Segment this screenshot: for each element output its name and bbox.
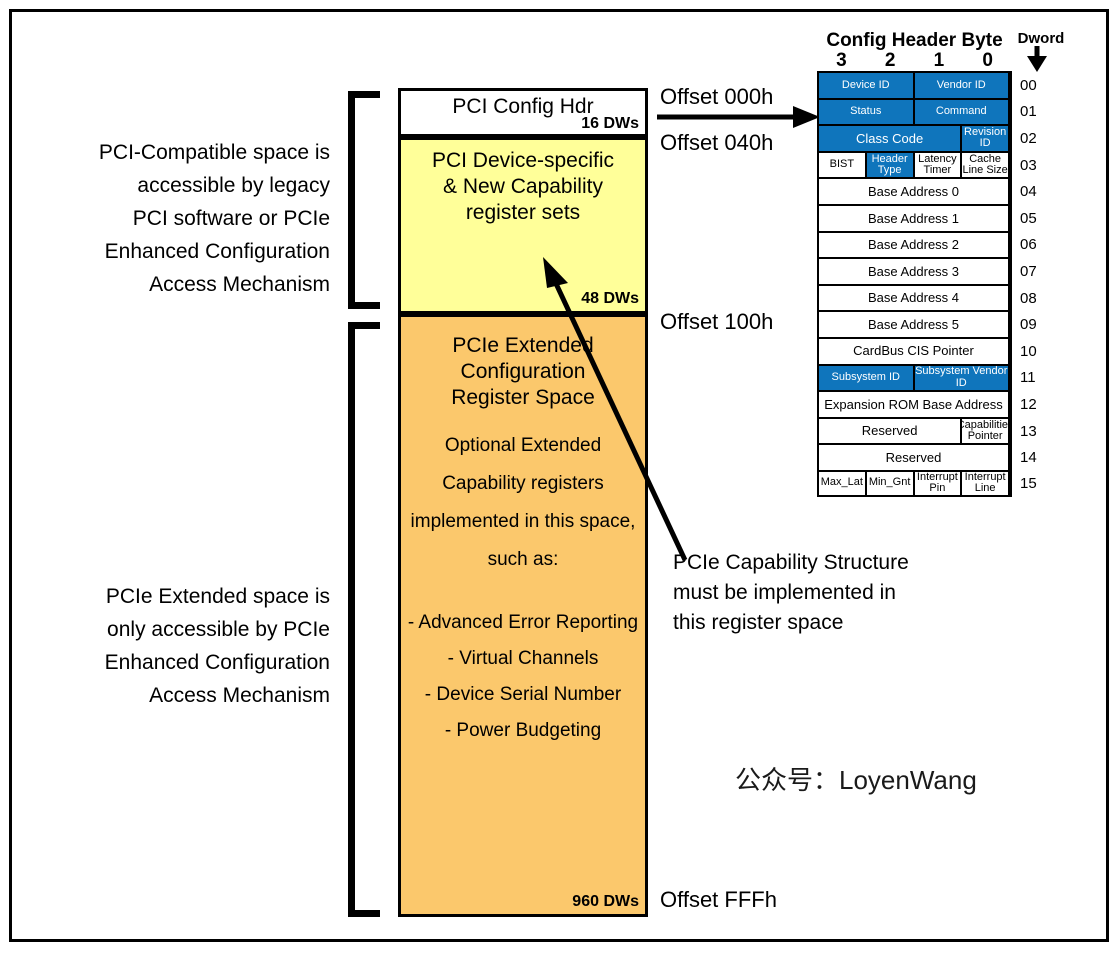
config-header-row: Base Address 5 09 (817, 310, 1037, 337)
config-header-cell: Reserved (819, 445, 1010, 470)
config-header-cell: Min_Gnt (866, 471, 915, 495)
byte-number-2: 2 (884, 50, 896, 71)
config-header-row: Base Address 2 06 (817, 230, 1037, 258)
arrow-to-config-header-icon (657, 106, 820, 128)
dword-index-label: 06 (1020, 236, 1037, 254)
config-header-cell: Cache Line Size (962, 152, 1010, 178)
config-header-row: Base Address 4 08 (817, 283, 1037, 311)
config-header-cell: Base Address 2 (819, 232, 1010, 258)
config-header-cell: Subsystem ID (819, 365, 915, 391)
callout-arrow-icon (543, 257, 688, 562)
block-pcie-extended-size: 960 DWs (572, 893, 639, 910)
config-header-row: Max_Lat Min_Gnt Interrupt Pin Interrupt Lin… (817, 469, 1037, 497)
block-pci-config-hdr-size: 16 DWs (581, 115, 639, 132)
config-header-row: Base Address 3 07 (817, 257, 1037, 284)
dword-index-label: 12 (1020, 395, 1037, 413)
dword-index-label: 07 (1020, 262, 1037, 280)
config-header-table: Device ID Vendor ID 00 Status Command 01 Class… (817, 71, 1037, 497)
dword-index-label: 14 (1020, 449, 1037, 467)
config-header-cell: Base Address 4 (819, 285, 1010, 311)
byte-number-3: 3 (836, 50, 847, 71)
dword-index-label: 02 (1020, 129, 1037, 147)
config-header-cell: Base Address 3 (819, 259, 1010, 284)
dword-index-label: 03 (1020, 156, 1037, 174)
dword-index-label: 08 (1020, 289, 1037, 307)
config-header-cell: Subsystem Vendor ID (914, 365, 1010, 391)
config-header-cell: Capabilities Pointer (962, 418, 1010, 444)
config-header-cell: Status (819, 99, 915, 125)
dword-index-label: 01 (1020, 103, 1037, 121)
dword-column-caption: Dword (1017, 30, 1065, 47)
byte-number-0: 0 (982, 50, 993, 71)
byte-number-1: 1 (933, 50, 945, 71)
dword-index-label: 15 (1020, 474, 1037, 492)
config-header-row: Reserved 14 (817, 443, 1037, 470)
config-header-cell: Expansion ROM Base Address (819, 392, 1010, 417)
config-header-row: CardBus CIS Pointer 10 (817, 336, 1037, 364)
config-header-row: Class Code Revision ID 02 (817, 124, 1037, 151)
dword-down-arrow-icon (1027, 46, 1047, 72)
dword-index-label: 11 (1020, 369, 1036, 387)
config-header-byte-caption: Config Header Byte (826, 30, 1003, 51)
block-pci-device-specific-label: PCI Device-specific & New Capability reg… (431, 149, 615, 224)
dword-index-label: 10 (1020, 342, 1037, 360)
config-header-row: Base Address 1 05 (817, 203, 1037, 231)
config-header-cell: Vendor ID (914, 73, 1010, 98)
byte-number-row: 3 2 1 0 (817, 50, 1012, 72)
dword-index-label: 13 (1020, 422, 1037, 440)
dword-index-label: 05 (1020, 209, 1037, 227)
pci-config-space-diagram: PCI-Compatible space is accessible by le… (0, 0, 1120, 953)
config-header-cell: Reserved (819, 418, 963, 444)
config-header-cell: BIST (819, 152, 867, 178)
config-header-cell: Max_Lat (819, 471, 867, 495)
config-header-row: Device ID Vendor ID 00 (817, 71, 1037, 98)
dword-index-label: 04 (1020, 183, 1037, 201)
config-header-cell: Latency Timer (914, 152, 963, 178)
pcie-capability-structure-callout: PCIe Capability Structure must be implem… (673, 551, 909, 634)
bracket-pcie-extended (348, 322, 380, 917)
watermark-text: 公众号：LoyenWang (735, 765, 977, 795)
config-header-cell: Interrupt Line (962, 471, 1010, 495)
bracket-pci-compatible (348, 91, 380, 309)
dword-index-label: 09 (1020, 316, 1037, 334)
config-header-cell: Base Address 1 (819, 205, 1010, 231)
offset-label-fffh: Offset FFFh (660, 887, 777, 912)
config-header-cell: CardBus CIS Pointer (819, 338, 1010, 364)
config-header-cell: Base Address 5 (819, 312, 1010, 337)
config-header-cell: Interrupt Pin (914, 471, 963, 495)
config-header-cell: Device ID (819, 73, 915, 98)
pci-compatible-space-description: PCI-Compatible space is accessible by le… (98, 141, 330, 296)
config-header-cell: Command (914, 99, 1010, 125)
dword-index-label: 00 (1020, 76, 1037, 94)
config-header-cell: Header Type (866, 152, 915, 178)
config-header-row: Subsystem ID Subsystem Vendor ID 11 (817, 363, 1036, 391)
pcie-extended-space-description: PCIe Extended space is only accessible b… (104, 585, 330, 707)
config-header-row: Base Address 0 04 (817, 177, 1037, 204)
block-pcie-extended-list: - Advanced Error Reporting - Virtual Cha… (407, 612, 639, 741)
config-header-row: ReservedCapabilities Pointer 13 (817, 416, 1037, 444)
config-header-row: BIST Header Type Latency Timer Cache Line S… (817, 150, 1037, 178)
config-header-cell: Revision ID (962, 126, 1010, 151)
config-header-cell: Base Address 0 (819, 179, 1010, 204)
config-header-row: Expansion ROM Base Address 12 (817, 390, 1037, 417)
config-header-cell: Class Code (819, 126, 963, 151)
config-header-row: Status Command 01 (817, 97, 1037, 125)
block-pci-config-hdr: PCI Config Hdr 16 DWs (398, 88, 648, 137)
